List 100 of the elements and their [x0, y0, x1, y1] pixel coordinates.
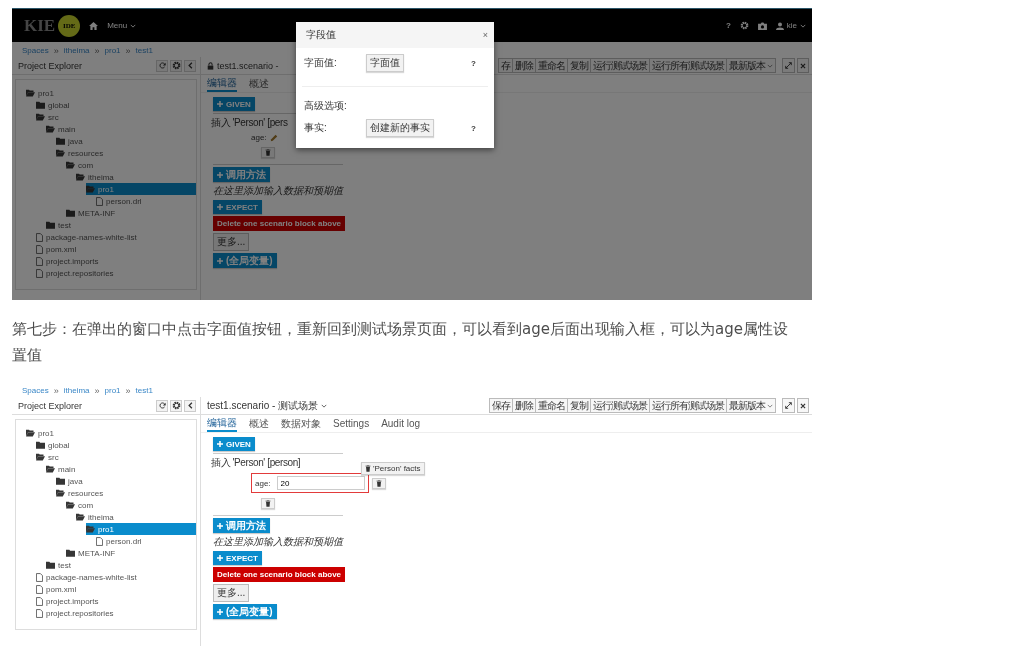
tree-item[interactable]: pro1 [86, 183, 196, 195]
tree-item[interactable]: pro1 [26, 427, 196, 439]
user-menu[interactable]: kie [775, 21, 806, 30]
help-link[interactable]: ? [471, 58, 476, 68]
tab[interactable]: Settings [333, 416, 370, 431]
toolbar-button[interactable]: 运行测试场景 [590, 58, 650, 73]
version-dropdown[interactable]: 最新版本 [726, 398, 776, 413]
breadcrumb-link[interactable]: Spaces [22, 386, 49, 395]
delete-button[interactable] [261, 498, 275, 509]
breadcrumb-link[interactable]: pro1 [104, 386, 121, 395]
breadcrumb-link[interactable]: test1 [135, 386, 153, 395]
tab[interactable]: 编辑器 [207, 75, 237, 92]
field-label: age: [255, 478, 271, 488]
expect-button[interactable]: EXPECT [213, 200, 262, 214]
camera-icon[interactable] [757, 21, 767, 30]
tab[interactable]: 概述 [249, 416, 269, 431]
tree-item[interactable]: META-INF [66, 547, 196, 559]
tree-item[interactable]: main [46, 123, 196, 135]
tab[interactable]: Audit log [381, 416, 421, 431]
tree-item[interactable]: java [56, 475, 196, 487]
delete-button[interactable] [371, 477, 386, 489]
globals-button[interactable]: (全局变量) [213, 253, 277, 268]
delete-block-button[interactable]: Delete one scenario block above [213, 567, 346, 582]
toolbar-button[interactable]: 删除 [512, 58, 536, 73]
breadcrumb-separator: » [125, 45, 131, 56]
globals-button[interactable]: (全局变量) [213, 604, 277, 619]
breadcrumb-link[interactable]: itheima [63, 386, 90, 395]
given-button[interactable]: GIVEN [213, 437, 255, 451]
tree-item[interactable]: pom.xml [36, 243, 196, 255]
tree-item[interactable]: itheima [76, 171, 196, 183]
toolbar-button[interactable]: 保存 [489, 398, 513, 413]
more-button[interactable]: 更多... [213, 584, 250, 602]
editor-title: test1.scenario - 测试场景 [207, 398, 319, 413]
toolbar-button[interactable]: 运行所有测试场景 [649, 398, 727, 413]
tree-item[interactable]: person.drl [96, 535, 196, 547]
help-link[interactable]: ? [725, 21, 731, 30]
tree-item[interactable]: java [56, 135, 196, 147]
pencil-icon[interactable] [269, 133, 278, 142]
toolbar-button[interactable]: 运行测试场景 [590, 398, 650, 413]
more-button[interactable]: 更多... [213, 233, 250, 251]
close-button[interactable]: × [482, 30, 488, 40]
tree-item[interactable]: pro1 [86, 523, 196, 535]
literal-button[interactable]: 字面值 [366, 54, 404, 72]
refresh-button[interactable] [156, 399, 168, 412]
toolbar-button[interactable]: 复制 [567, 58, 591, 73]
facts-button[interactable]: 'Person' facts [361, 462, 425, 475]
menu-button[interactable]: Menu [107, 21, 137, 30]
tree-item[interactable]: itheima [76, 511, 196, 523]
version-dropdown[interactable]: 最新版本 [726, 58, 776, 73]
maximize-button[interactable] [782, 398, 795, 413]
given-button[interactable]: GIVEN [213, 97, 255, 111]
tree-item[interactable]: test [46, 219, 196, 231]
close-button[interactable] [797, 398, 809, 413]
tree-item[interactable]: src [36, 451, 196, 463]
collapse-button[interactable] [184, 59, 196, 72]
delete-block-button[interactable]: Delete one scenario block above [213, 216, 346, 231]
tree-item[interactable]: test [46, 559, 196, 571]
expect-button[interactable]: EXPECT [213, 551, 262, 565]
tree-item[interactable]: com [66, 159, 196, 171]
home-icon[interactable] [89, 21, 99, 30]
tree-item[interactable]: project.repositories [36, 607, 196, 619]
help-link[interactable]: ? [471, 123, 476, 133]
breadcrumb-link[interactable]: Spaces [22, 46, 49, 55]
breadcrumb-link[interactable]: pro1 [104, 46, 121, 55]
toolbar-button[interactable]: 复制 [567, 398, 591, 413]
collapse-button[interactable] [184, 399, 196, 412]
tree-item[interactable]: project.imports [36, 255, 196, 267]
tree-item[interactable]: pro1 [26, 87, 196, 99]
caret-icon [767, 403, 773, 408]
toolbar-button[interactable]: 重命名 [535, 398, 568, 413]
tree-item[interactable]: person.drl [96, 195, 196, 207]
call-method-button[interactable]: 调用方法 [213, 518, 270, 533]
tree-item[interactable]: package-names-white-list [36, 571, 196, 583]
tree-item[interactable]: src [36, 111, 196, 123]
tree-item[interactable]: resources [56, 147, 196, 159]
new-fact-button[interactable]: 创建新的事实 [366, 119, 434, 137]
field-label: 字面值: [304, 56, 338, 70]
tree-item[interactable]: META-INF [66, 207, 196, 219]
tab[interactable]: 概述 [249, 76, 269, 91]
tab[interactable]: 数据对象 [281, 416, 321, 431]
tree-item[interactable]: package-names-white-list [36, 231, 196, 243]
call-method-button[interactable]: 调用方法 [213, 167, 270, 182]
tree-item[interactable]: global [36, 439, 196, 451]
toolbar-button[interactable]: 重命名 [535, 58, 568, 73]
refresh-icon [158, 62, 166, 69]
tree-item[interactable]: pom.xml [36, 583, 196, 595]
maximize-button[interactable] [782, 58, 795, 73]
tree-item[interactable]: project.imports [36, 595, 196, 607]
tree-item[interactable]: global [36, 99, 196, 111]
input-field[interactable]: 20 [276, 476, 365, 490]
tab[interactable]: 编辑器 [207, 415, 237, 432]
tree-item[interactable]: com [66, 499, 196, 511]
refresh-button[interactable] [156, 59, 168, 72]
toolbar-button[interactable]: 运行所有测试场景 [649, 58, 727, 73]
toolbar-button[interactable]: 删除 [512, 398, 536, 413]
breadcrumb-link[interactable]: itheima [63, 46, 90, 55]
tree-item[interactable]: main [46, 463, 196, 475]
breadcrumb-link[interactable]: test1 [135, 46, 153, 55]
tree-item[interactable]: resources [56, 487, 196, 499]
tree-item[interactable]: project.repositories [36, 267, 196, 279]
